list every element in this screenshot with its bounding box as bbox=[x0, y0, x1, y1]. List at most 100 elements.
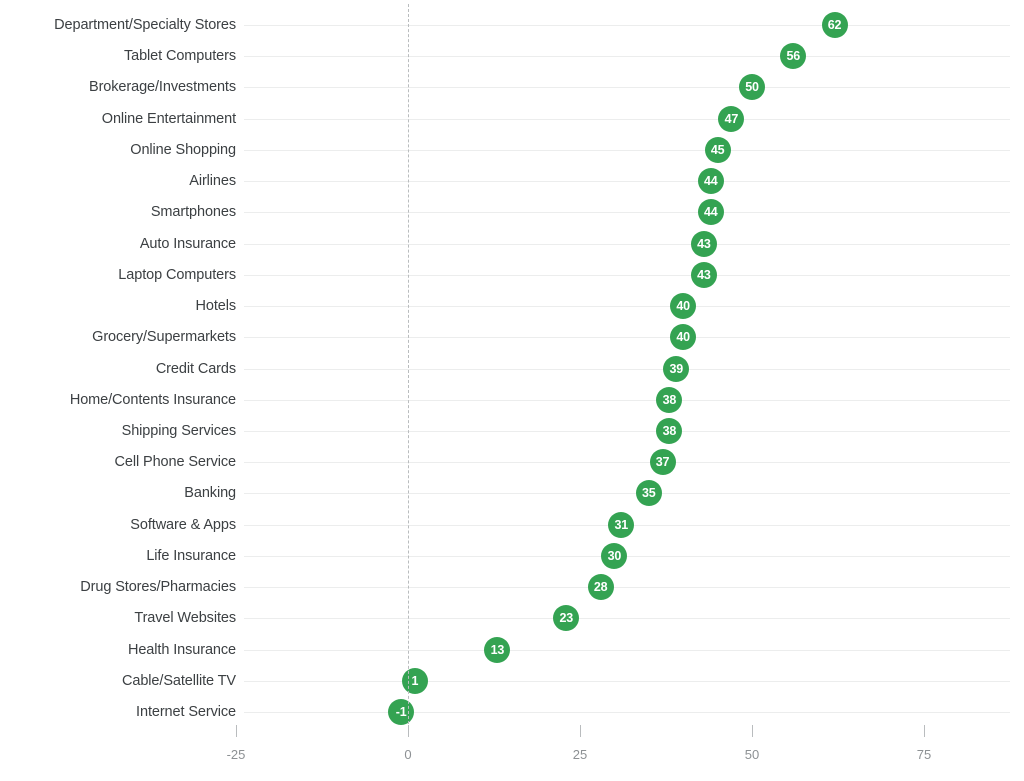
x-axis: -25 0 25 50 75 bbox=[0, 717, 1024, 781]
chart-row: Smartphones 44 bbox=[0, 197, 1024, 227]
data-point-marker[interactable]: 1 bbox=[401, 667, 428, 694]
data-point-marker[interactable]: 30 bbox=[601, 542, 628, 569]
category-label: Smartphones bbox=[150, 204, 236, 221]
chart-row: Health Insurance 13 bbox=[0, 635, 1024, 665]
gridline bbox=[244, 337, 1010, 339]
gridline bbox=[244, 399, 1010, 401]
gridline bbox=[244, 306, 1010, 308]
chart-row: Cell Phone Service 37 bbox=[0, 447, 1024, 477]
gridline bbox=[244, 649, 1010, 651]
category-label: Hotels bbox=[195, 298, 237, 315]
data-point-marker[interactable]: 45 bbox=[704, 136, 731, 163]
category-label: Shipping Services bbox=[121, 422, 236, 439]
gridline bbox=[244, 712, 1010, 713]
data-point-marker[interactable]: 38 bbox=[656, 417, 683, 444]
chart-row: Auto Insurance 43 bbox=[0, 229, 1024, 259]
x-axis-tick-label: 50 bbox=[744, 747, 760, 762]
gridline bbox=[244, 181, 1010, 183]
data-point-marker[interactable]: 43 bbox=[690, 261, 717, 288]
chart-row: Cable/Satellite TV 1 bbox=[0, 666, 1024, 696]
category-label: Travel Websites bbox=[134, 610, 236, 627]
data-point-marker[interactable]: 23 bbox=[553, 605, 580, 632]
chart-row: Online Entertainment 47 bbox=[0, 104, 1024, 134]
gridline bbox=[244, 368, 1010, 370]
category-label: Banking bbox=[184, 485, 236, 502]
chart-row: Airlines 44 bbox=[0, 166, 1024, 196]
category-label: Online Entertainment bbox=[101, 110, 236, 127]
category-label: Tablet Computers bbox=[123, 48, 236, 65]
category-label: Drug Stores/Pharmacies bbox=[80, 579, 236, 596]
chart-row: Drug Stores/Pharmacies 28 bbox=[0, 572, 1024, 602]
chart-row: Tablet Computers 56 bbox=[0, 41, 1024, 71]
category-label: Laptop Computers bbox=[118, 266, 236, 283]
data-point-marker[interactable]: 62 bbox=[821, 12, 848, 38]
gridline bbox=[244, 56, 1010, 58]
data-point-marker[interactable]: 39 bbox=[663, 355, 690, 382]
gridline bbox=[244, 212, 1010, 214]
gridline bbox=[244, 118, 1010, 120]
gridline bbox=[244, 493, 1010, 495]
data-point-marker[interactable]: 28 bbox=[587, 574, 614, 601]
x-axis-tick-mark bbox=[924, 725, 925, 737]
category-label: Cell Phone Service bbox=[114, 454, 236, 471]
gridline bbox=[244, 587, 1010, 589]
chart-row: Hotels 40 bbox=[0, 291, 1024, 321]
gridline bbox=[244, 430, 1010, 432]
gridline bbox=[244, 25, 1010, 26]
x-axis-tick-label: -25 bbox=[226, 747, 246, 762]
category-label: Auto Insurance bbox=[139, 235, 236, 252]
x-axis-tick-label: 0 bbox=[404, 747, 412, 762]
chart-row: Life Insurance 30 bbox=[0, 541, 1024, 571]
gridline bbox=[244, 149, 1010, 151]
data-point-marker[interactable]: 13 bbox=[484, 636, 511, 663]
category-label: Grocery/Supermarkets bbox=[92, 329, 236, 346]
data-point-marker[interactable]: 40 bbox=[670, 293, 697, 320]
category-label: Home/Contents Insurance bbox=[69, 391, 236, 408]
chart-row: Credit Cards 39 bbox=[0, 354, 1024, 384]
x-axis-tick-label: 75 bbox=[916, 747, 932, 762]
data-point-marker[interactable]: 31 bbox=[608, 511, 635, 538]
chart-row: Home/Contents Insurance 38 bbox=[0, 385, 1024, 415]
chart-row: Department/Specialty Stores 62 bbox=[0, 10, 1024, 40]
chart-row: Software & Apps 31 bbox=[0, 510, 1024, 540]
data-point-marker[interactable]: 35 bbox=[635, 480, 662, 507]
zero-reference-line bbox=[408, 4, 409, 734]
gridline bbox=[244, 618, 1010, 620]
gridline bbox=[244, 243, 1010, 245]
chart-row: Shipping Services 38 bbox=[0, 416, 1024, 446]
x-axis-tick-mark bbox=[236, 725, 237, 737]
data-point-marker[interactable]: 44 bbox=[697, 168, 724, 195]
chart-row: Laptop Computers 43 bbox=[0, 260, 1024, 290]
data-point-marker[interactable]: 37 bbox=[649, 449, 676, 476]
gridline bbox=[244, 680, 1010, 682]
data-point-marker[interactable]: 40 bbox=[670, 324, 697, 351]
x-axis-tick-mark bbox=[580, 725, 581, 737]
x-axis-tick-mark bbox=[752, 725, 753, 737]
data-point-marker[interactable]: 47 bbox=[718, 105, 745, 132]
chart-row: Brokerage/Investments 50 bbox=[0, 72, 1024, 102]
scatter-chart: Department/Specialty Stores 62 Tablet Comp… bbox=[0, 0, 1024, 781]
gridline bbox=[244, 87, 1010, 89]
category-label: Life Insurance bbox=[146, 547, 236, 564]
plot-area: Department/Specialty Stores 62 Tablet Comp… bbox=[0, 0, 1024, 781]
category-label: Airlines bbox=[189, 173, 236, 190]
category-label: Credit Cards bbox=[155, 360, 236, 377]
category-label: Software & Apps bbox=[130, 516, 236, 533]
category-label: Online Shopping bbox=[130, 141, 236, 158]
x-axis-tick-mark bbox=[408, 725, 409, 737]
category-label: Department/Specialty Stores bbox=[54, 17, 236, 33]
chart-row: Grocery/Supermarkets 40 bbox=[0, 322, 1024, 352]
chart-row: Travel Websites 23 bbox=[0, 603, 1024, 633]
data-point-marker[interactable]: 56 bbox=[780, 43, 807, 70]
data-point-marker[interactable]: 50 bbox=[739, 74, 765, 101]
data-point-marker[interactable]: 38 bbox=[656, 386, 683, 413]
gridline bbox=[244, 274, 1010, 276]
data-point-marker[interactable]: 44 bbox=[697, 199, 724, 226]
chart-row: Online Shopping 45 bbox=[0, 135, 1024, 165]
x-axis-tick-label: 25 bbox=[572, 747, 588, 762]
chart-row: Banking 35 bbox=[0, 478, 1024, 508]
category-label: Cable/Satellite TV bbox=[122, 672, 236, 689]
category-label: Brokerage/Investments bbox=[89, 79, 236, 96]
data-point-marker[interactable]: 43 bbox=[690, 230, 717, 257]
gridline bbox=[244, 462, 1010, 464]
